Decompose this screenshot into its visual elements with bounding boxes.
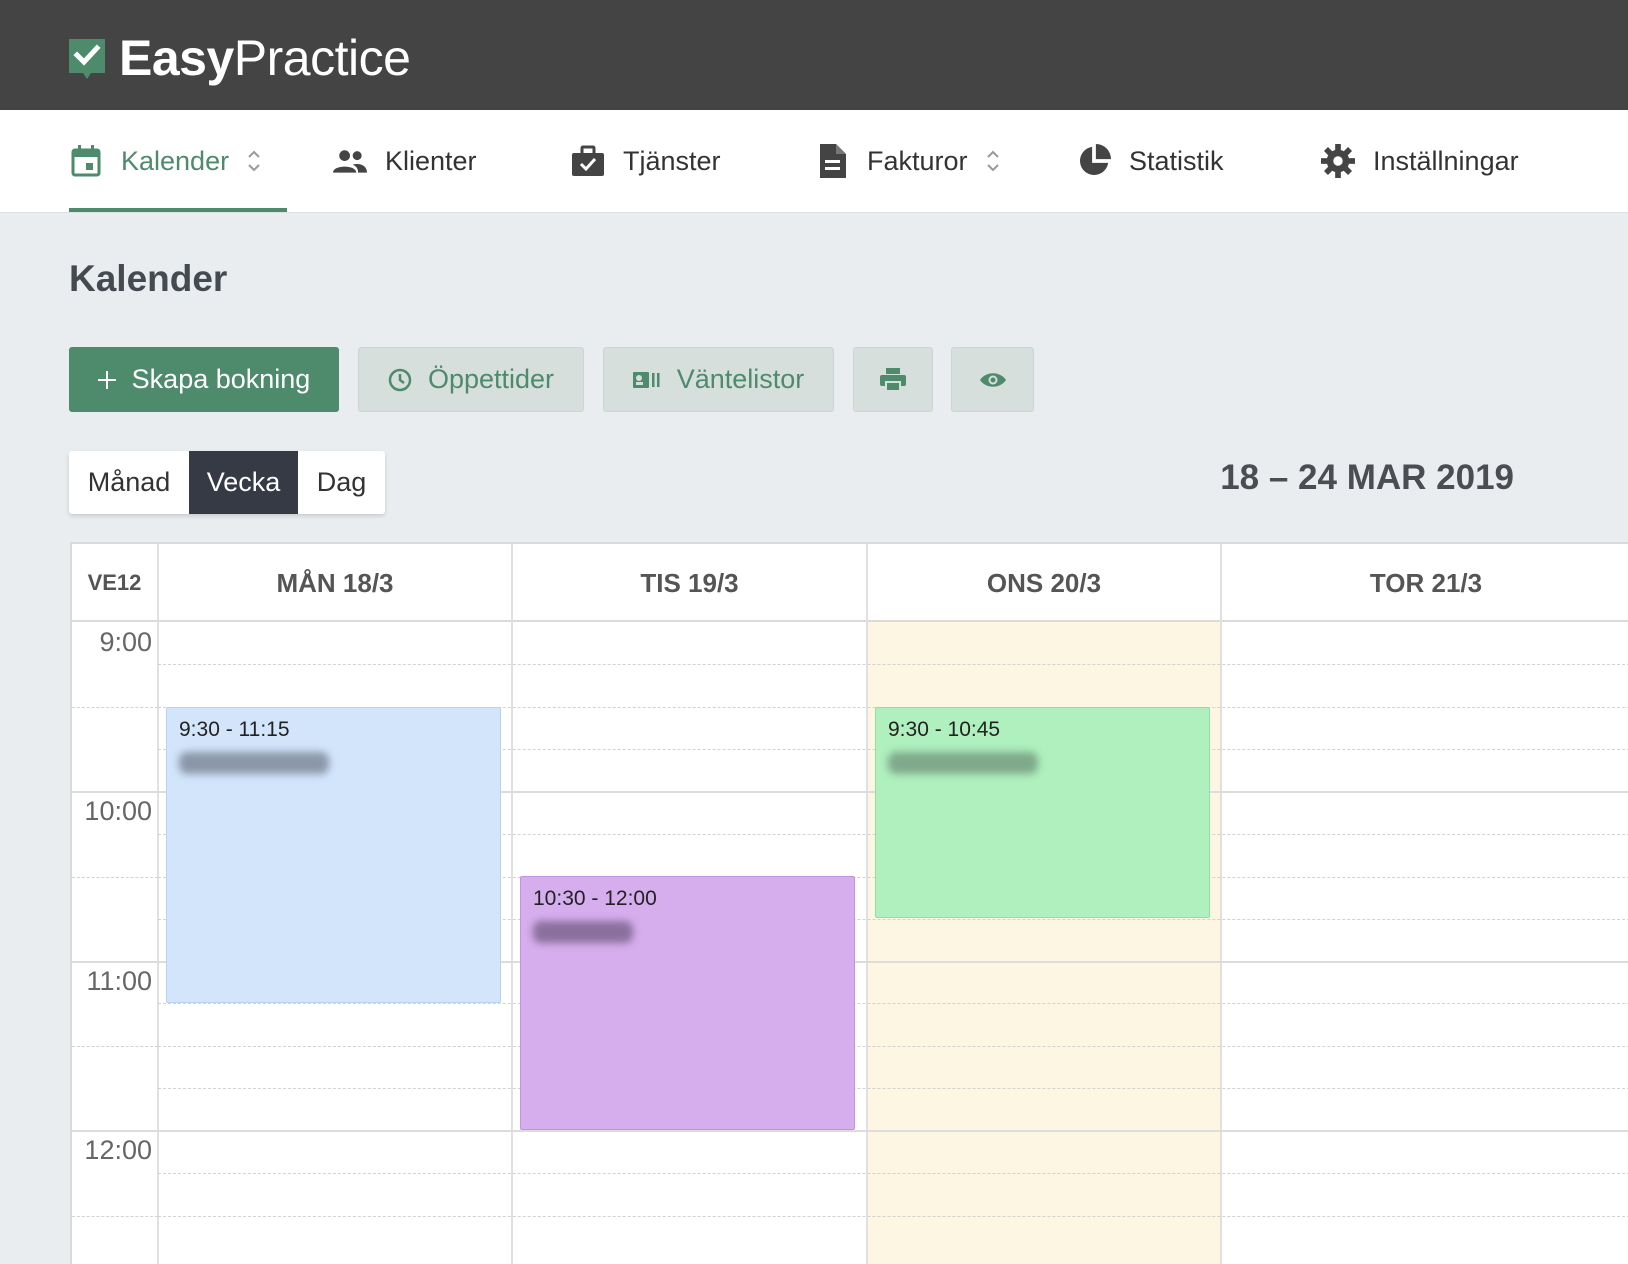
column-divider: [866, 622, 868, 1264]
calendar-icon: [69, 144, 103, 178]
eye-icon: [979, 371, 1007, 389]
nav-item-installningar[interactable]: Inställningar: [1321, 110, 1519, 212]
view-week-button[interactable]: Vecka: [189, 451, 298, 514]
pie-chart-icon: [1077, 144, 1111, 178]
quarter-line: [72, 1216, 158, 1217]
day-header[interactable]: ONS 20/3: [868, 544, 1222, 622]
nav-label: Kalender: [121, 145, 230, 176]
event-client-redacted: [533, 921, 633, 943]
calendar-event[interactable]: 9:30 - 11:15: [166, 707, 501, 1003]
plus-icon: [97, 370, 116, 389]
quarter-line: [72, 707, 158, 708]
people-icon: [333, 144, 367, 178]
hour-label: 9:00: [99, 627, 152, 657]
logo[interactable]: EasyPractice: [69, 28, 411, 88]
briefcase-icon: [571, 144, 605, 178]
sort-chevron-icon: [248, 150, 260, 172]
calendar-event[interactable]: 9:30 - 10:45: [875, 707, 1210, 918]
waitlists-button[interactable]: Väntelistor: [603, 347, 834, 412]
event-client-redacted: [179, 752, 329, 774]
quarter-line: [158, 1003, 1628, 1004]
quarter-line: [158, 1173, 1628, 1174]
event-time: 10:30 - 12:00: [533, 887, 657, 910]
waitlists-label: Väntelistor: [676, 364, 805, 394]
event-client-redacted: [888, 752, 1038, 774]
view-toggle: Månad Vecka Dag: [69, 451, 385, 514]
day-header[interactable]: TIS 19/3: [513, 544, 868, 622]
create-booking-label: Skapa bokning: [131, 364, 311, 394]
view-options-button[interactable]: [951, 347, 1034, 412]
opening-hours-button[interactable]: Öppettider: [358, 347, 584, 412]
day-header[interactable]: MÅN 18/3: [159, 544, 513, 622]
quarter-line: [72, 877, 158, 878]
app-header: EasyPractice: [0, 0, 1628, 110]
quarter-line: [72, 1046, 158, 1047]
logo-check-icon: [69, 39, 105, 79]
list-card-icon: [632, 371, 661, 389]
sort-chevron-icon: [986, 150, 999, 172]
nav-label: Tjänster: [623, 145, 721, 176]
nav-item-kalender[interactable]: Kalender: [69, 110, 261, 212]
week-calendar: VE12 MÅN 18/3 TIS 19/3 ONS 20/3 TOR 21/3…: [70, 542, 1628, 1264]
quarter-line: [158, 1216, 1628, 1217]
quarter-line: [158, 1046, 1628, 1047]
day-header[interactable]: TOR 21/3: [1222, 544, 1628, 622]
nav-label: Inställningar: [1373, 145, 1519, 176]
quarter-line: [158, 664, 1628, 665]
nav-item-klienter[interactable]: Klienter: [333, 110, 477, 212]
hour-label: 10:00: [84, 796, 152, 826]
nav-item-fakturor[interactable]: Fakturor: [815, 110, 1000, 212]
clock-icon: [388, 368, 412, 392]
date-range: 18 – 24 MAR 2019: [1220, 458, 1514, 497]
nav-item-tjanster[interactable]: Tjänster: [571, 110, 721, 212]
column-divider: [1220, 622, 1222, 1264]
view-month-button[interactable]: Månad: [69, 451, 189, 514]
column-divider: [511, 622, 513, 1264]
logo-text: EasyPractice: [119, 30, 411, 86]
event-time: 9:30 - 10:45: [888, 718, 1001, 741]
document-icon: [815, 144, 849, 178]
calendar-header: VE12 MÅN 18/3 TIS 19/3 ONS 20/3 TOR 21/3: [72, 544, 1628, 622]
nav-label: Fakturor: [867, 145, 968, 176]
event-time: 9:30 - 11:15: [179, 718, 290, 741]
view-day-button[interactable]: Dag: [298, 451, 385, 514]
print-button[interactable]: [853, 347, 933, 412]
create-booking-button[interactable]: Skapa bokning: [69, 347, 339, 412]
calendar-event[interactable]: 10:30 - 12:00: [520, 876, 855, 1130]
nav-item-statistik[interactable]: Statistik: [1077, 110, 1224, 212]
hour-label: 11:00: [86, 966, 152, 996]
opening-hours-label: Öppettider: [427, 364, 555, 394]
page-title: Kalender: [69, 258, 228, 299]
hour-label: 12:00: [84, 1135, 152, 1165]
nav-label: Klienter: [385, 145, 477, 176]
main-nav: Kalender Klienter Tjänster Fakturor Stat…: [0, 110, 1628, 213]
week-number: VE12: [72, 544, 159, 622]
nav-active-indicator: [69, 208, 287, 212]
hour-line: [72, 1130, 1628, 1132]
nav-label: Statistik: [1129, 145, 1224, 176]
quarter-line: [158, 1088, 1628, 1089]
gear-icon: [1321, 144, 1355, 178]
column-divider: [157, 622, 159, 1264]
printer-icon: [880, 367, 906, 392]
